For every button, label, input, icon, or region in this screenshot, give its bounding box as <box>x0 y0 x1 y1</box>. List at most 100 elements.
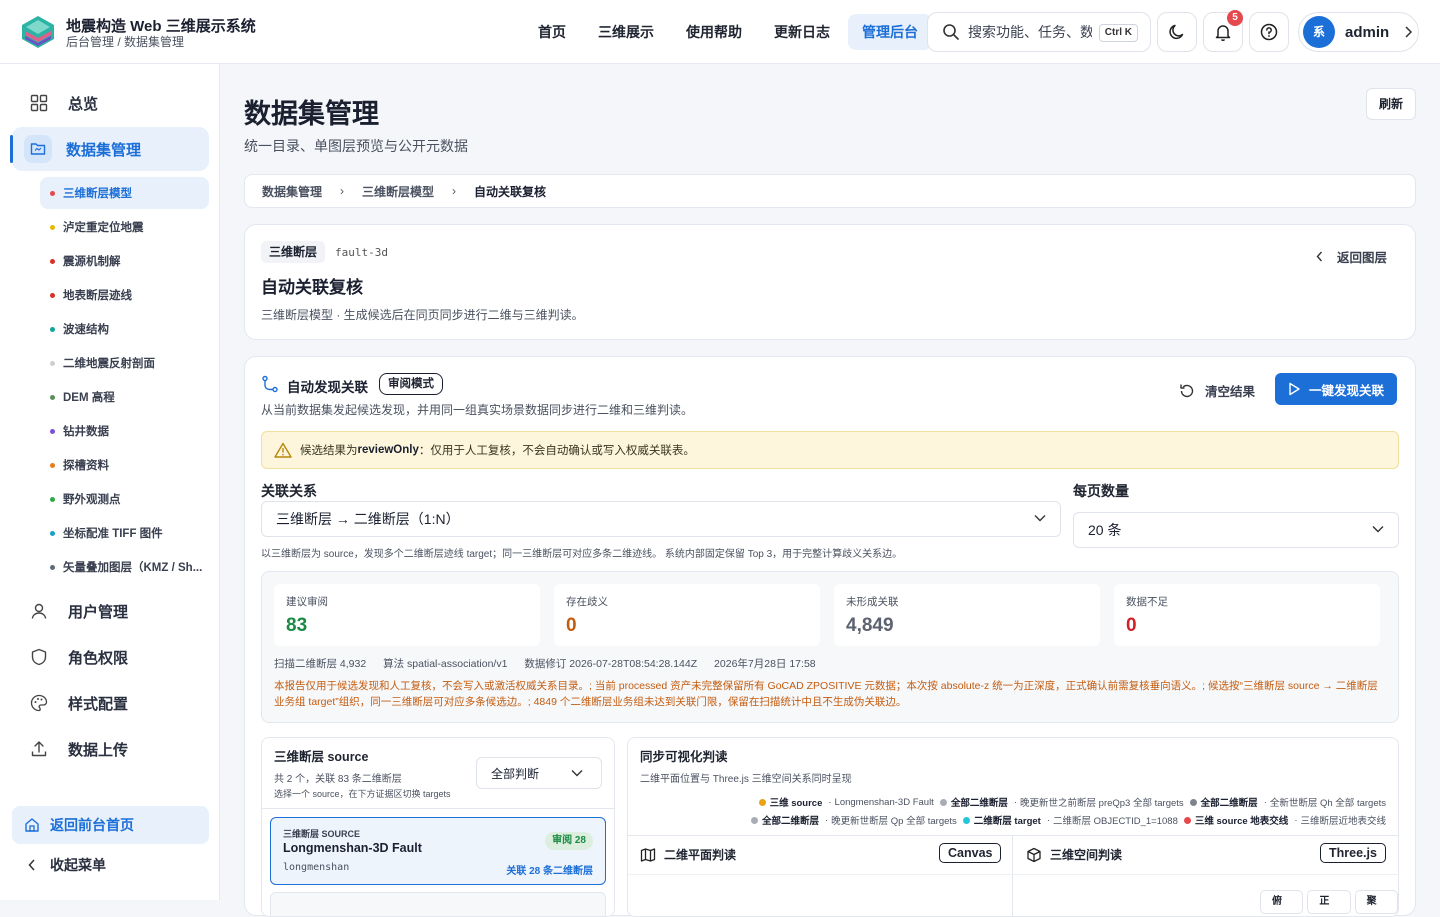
sidebar-subitem[interactable]: 钻井数据 <box>40 415 209 447</box>
main-content: 数据集管理 统一目录、单图层预览与公开元数据 刷新 数据集管理 › 三维断层模型… <box>220 64 1440 917</box>
sidebar-item-overview[interactable]: 总览 <box>12 81 209 125</box>
sidebar-item-roles[interactable]: 角色权限 <box>12 635 209 679</box>
page-size-select[interactable]: 20 条 <box>1073 512 1399 548</box>
sidebar-subitem[interactable]: 探槽资料 <box>40 449 209 481</box>
sidebar: 总览 数据集管理 三维断层模型 泸定重定位地震震源机制解地表断层迹线波速结构 二维地… <box>0 64 220 900</box>
global-search[interactable]: Ctrl K <box>927 12 1151 52</box>
report-note: 本报告仅用于候选发现和人工复核，不会写入或激活权威关系目录。; 当前 proce… <box>274 680 1378 708</box>
chevron-down-icon <box>571 770 583 777</box>
nav-changelog[interactable]: 更新日志 <box>760 14 844 50</box>
sidebar-subitem[interactable]: 地表断层迹线 <box>40 279 209 311</box>
sidebar-subitem-label: 地表断层迹线 <box>63 290 132 302</box>
sidebar-subitem[interactable]: 泸定重定位地震 <box>40 211 209 243</box>
sidebar-item-label: 数据上传 <box>68 741 129 759</box>
sidebar-subitem[interactable]: 震源机制解 <box>40 245 209 277</box>
legend-text: Longmenshan-3D Fault <box>834 796 934 808</box>
search-shortcut: Ctrl K <box>1098 24 1138 42</box>
space-view-header: 三维空间判读 <box>1026 846 1122 863</box>
layer-color-dot <box>50 190 55 196</box>
warning-key: reviewOnly <box>357 444 419 456</box>
breadcrumb-datasets[interactable]: 数据集管理 <box>262 183 322 200</box>
source-item-kicker: 三维断层 SOURCE <box>283 829 361 839</box>
sidebar-subitem[interactable]: 野外观测点 <box>40 483 209 515</box>
shield-icon <box>31 648 47 666</box>
stat-card: 存在歧义 0 <box>554 584 820 646</box>
nav-3d-view[interactable]: 三维展示 <box>584 14 668 50</box>
play-icon <box>1289 382 1300 396</box>
judgement-filter-value: 全部判断 <box>491 766 540 781</box>
warning-prefix: 候选结果为 <box>300 445 358 457</box>
stat-card: 数据不足 0 <box>1114 584 1380 646</box>
view-top-button[interactable]: 俯视 <box>1260 890 1304 914</box>
page-size-value: 20 条 <box>1088 522 1122 538</box>
space-view-title: 三维空间判读 <box>1050 848 1123 862</box>
sidebar-item-styles[interactable]: 样式配置 <box>12 681 209 725</box>
legend-swatch <box>1189 798 1197 806</box>
legend-separator: · <box>1263 796 1267 808</box>
legend-key: 三维 source 地表交线 <box>1194 816 1289 827</box>
sidebar-item-label: 用户管理 <box>68 603 129 621</box>
layer-color-dot <box>50 462 55 468</box>
source-panel: 三维断层 source 共 2 个，关联 83 条二维断层 选择一个 sourc… <box>261 737 615 917</box>
sidebar-subitem[interactable]: 三维断层模型 <box>40 177 209 209</box>
legend-row: 全部二维断层 · 晚更新世断层 Qp 全部 targets 二维断层 target · 二… <box>745 813 1386 827</box>
run-discover-button[interactable]: 一键发现关联 <box>1275 373 1398 405</box>
sidebar-subitem[interactable]: 二维地震反射剖面 <box>40 347 209 379</box>
sidebar-subitem[interactable]: 波速结构 <box>40 313 209 345</box>
stat-label: 未形成关联 <box>846 596 899 608</box>
relation-label: 关联关系 <box>261 483 317 499</box>
source-item-link[interactable]: 关联 28 条二维断层 <box>506 862 593 877</box>
stat-value: 0 <box>566 615 577 636</box>
layer-card-desc: 三维断层模型 · 生成候选后在同页同步进行二维与三维判读。 <box>261 308 584 322</box>
sidebar-subitem-label: 泸定重定位地震 <box>63 222 144 234</box>
sidebar-subitem-label: DEM 高程 <box>63 392 115 404</box>
canvas-engine-badge: Canvas <box>939 843 1002 863</box>
threejs-engine-badge: Three.js <box>1320 843 1386 863</box>
home-icon <box>25 818 39 832</box>
sidebar-subitem[interactable]: 矢量叠加图层（KMZ / Sh... <box>40 551 209 583</box>
breadcrumb: 数据集管理 › 三维断层模型 › 自动关联复核 <box>244 174 1416 208</box>
back-to-layer-button[interactable]: 返回图层 <box>1316 247 1387 266</box>
reset-icon <box>1180 384 1194 397</box>
meta-revision: 数据修订 2026-07-28T08:54:28.144Z <box>524 658 698 670</box>
visual-judgement-panel: 同步可视化判读 二维平面位置与 Three.js 三维空间关系同时呈现 三维 s… <box>627 737 1399 917</box>
app-logo[interactable] <box>20 14 56 50</box>
layer-color-dot <box>50 428 55 434</box>
stat-label: 建议审阅 <box>286 596 328 608</box>
search-input[interactable] <box>968 24 1092 40</box>
nav-home[interactable]: 首页 <box>524 14 580 50</box>
legend-text: 晚更新世之前断层 preQp3 全部 targets <box>1020 798 1184 809</box>
page-title: 数据集管理 <box>244 99 379 129</box>
view-front-button[interactable]: 正视 <box>1307 890 1351 914</box>
notifications-button[interactable]: 5 <box>1203 10 1243 52</box>
nav-help[interactable]: 使用帮助 <box>672 14 756 50</box>
theme-toggle-button[interactable] <box>1157 12 1197 52</box>
collapse-menu-button[interactable]: 收起菜单 <box>12 846 209 884</box>
user-menu[interactable]: 系 admin <box>1298 12 1419 52</box>
source-item-name: Longmenshan-3D Fault <box>283 841 422 855</box>
sidebar-subitem[interactable]: DEM 高程 <box>40 381 209 413</box>
layer-type-tag: 三维断层 <box>261 241 326 263</box>
judgement-filter-select[interactable]: 全部判断 <box>476 757 602 789</box>
refresh-button[interactable]: 刷新 <box>1366 88 1416 120</box>
sidebar-item-users[interactable]: 用户管理 <box>12 589 209 633</box>
relation-select[interactable]: 三维断层 → 二维断层（1:N） <box>261 501 1061 537</box>
back-to-home-button[interactable]: 返回前台首页 <box>12 806 209 844</box>
help-button[interactable] <box>1249 12 1289 52</box>
sidebar-subitem-label: 三维断层模型 <box>63 188 132 200</box>
sidebar-item-label: 角色权限 <box>68 649 129 667</box>
breadcrumb-fault-3d[interactable]: 三维断层模型 <box>362 183 434 200</box>
sidebar-subitem[interactable]: 坐标配准 TIFF 图件 <box>40 517 209 549</box>
view-focus-button[interactable]: 聚焦 <box>1354 890 1398 914</box>
source-list-item[interactable] <box>270 892 606 916</box>
nav-admin[interactable]: 管理后台 <box>848 14 932 50</box>
chevron-left-icon <box>1316 251 1323 262</box>
main-nav: 首页 三维展示 使用帮助 更新日志 管理后台 <box>524 14 932 50</box>
chevron-right-icon: › <box>452 184 457 198</box>
sidebar-item-upload[interactable]: 数据上传 <box>12 727 209 771</box>
source-list-item[interactable]: 三维断层 SOURCE Longmenshan-3D Fault longmen… <box>270 817 606 885</box>
clear-results-button[interactable]: 清空结果 <box>1179 381 1255 400</box>
plan-view-header: 二维平面判读 <box>640 846 736 863</box>
sidebar-item-datasets[interactable]: 数据集管理 <box>10 127 209 171</box>
folder-icon <box>24 135 52 163</box>
